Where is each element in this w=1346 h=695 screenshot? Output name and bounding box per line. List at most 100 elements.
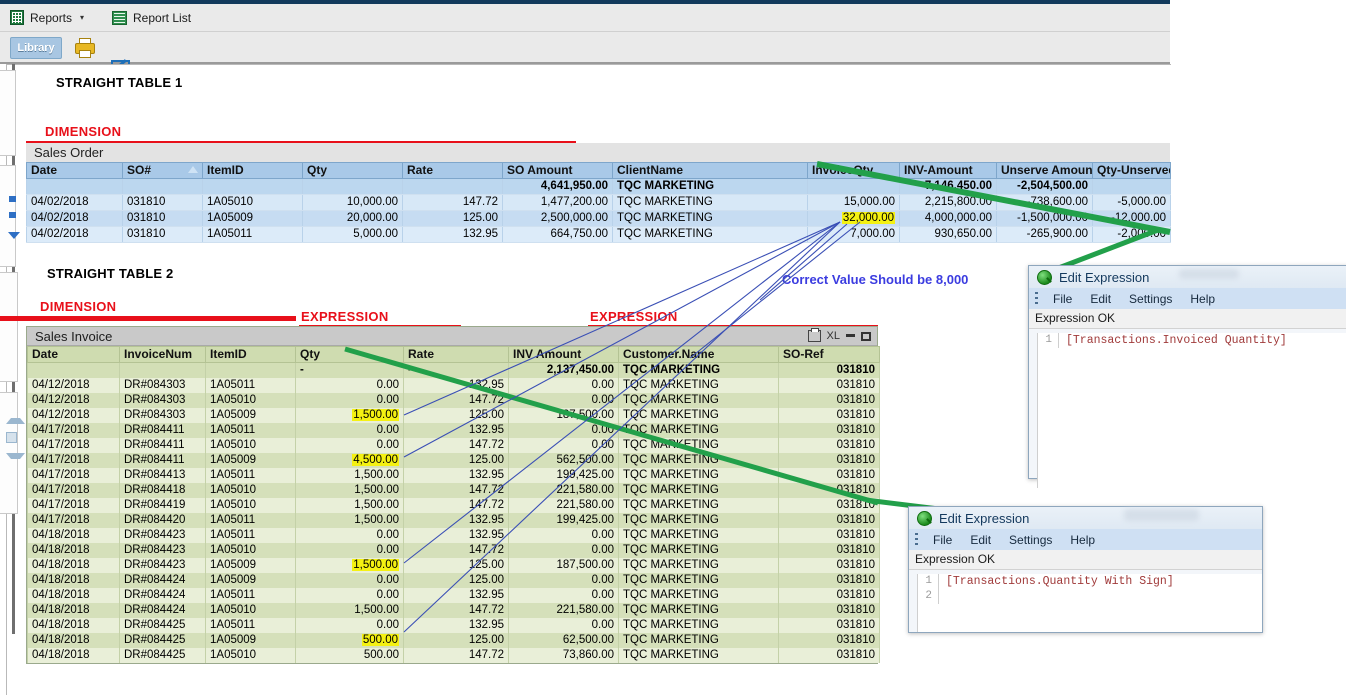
cell-invoicenum[interactable]: DR#084419 <box>119 498 206 513</box>
cell-customer-name[interactable]: TQC MARKETING <box>618 633 779 648</box>
cell-date[interactable]: 04/17/2018 <box>27 468 120 483</box>
cell-inv-amount[interactable]: 0.00 <box>508 378 619 393</box>
cell-rate[interactable]: 132.95 <box>403 528 509 543</box>
cell-invoicenum[interactable]: DR#084411 <box>119 423 206 438</box>
minimize-icon[interactable] <box>846 334 855 337</box>
cell-customer-name[interactable]: TQC MARKETING <box>618 618 779 633</box>
cell-rate[interactable]: 147.72 <box>403 603 509 618</box>
cell-customer-name[interactable]: TQC MARKETING <box>618 468 779 483</box>
menu-file[interactable]: File <box>924 533 961 547</box>
cell-qty-highlighted[interactable]: 4,500.00 <box>295 453 404 468</box>
cell-so-ref[interactable]: 031810 <box>778 588 880 603</box>
cell-rate[interactable]: 125.00 <box>402 210 503 227</box>
cell-invoicenum[interactable]: DR#084303 <box>119 378 206 393</box>
cell-rate[interactable]: 132.95 <box>403 423 509 438</box>
cell-date[interactable]: 04/17/2018 <box>27 453 120 468</box>
table1-col-qty-unserved[interactable]: Qty-Unserved <box>1092 162 1171 179</box>
cell-customer-name[interactable]: TQC MARKETING <box>618 528 779 543</box>
cell-invoicenum[interactable]: DR#084424 <box>119 573 206 588</box>
print-icon[interactable] <box>807 328 821 342</box>
table2-col-so-ref[interactable]: SO-Ref <box>778 346 880 363</box>
cell-so[interactable]: 031810 <box>122 210 203 227</box>
cell-date[interactable]: 04/17/2018 <box>27 513 120 528</box>
cell-rate[interactable]: 125.00 <box>403 408 509 423</box>
cell-rate[interactable]: 147.72 <box>403 483 509 498</box>
cell-so[interactable]: 031810 <box>122 194 203 211</box>
cell-invoicenum[interactable]: DR#084425 <box>119 633 206 648</box>
cell-so-ref[interactable]: 031810 <box>778 423 880 438</box>
cell-inv-amount[interactable]: 0.00 <box>508 528 619 543</box>
cell-date[interactable]: 04/18/2018 <box>27 588 120 603</box>
cell-invoicenum[interactable]: DR#084425 <box>119 618 206 633</box>
cell-qty[interactable]: 1,500.00 <box>295 513 404 528</box>
table1-header-row[interactable]: Date SO# ItemID Qty Rate SO Amount Clien… <box>26 162 1171 179</box>
table-row[interactable]: 04/02/2018 031810 1A05009 20,000.00 125.… <box>26 210 1171 227</box>
cell-qty[interactable]: 0.00 <box>295 588 404 603</box>
cell-qty[interactable]: 0.00 <box>295 393 404 408</box>
maximize-icon[interactable] <box>861 331 871 341</box>
cell-qty[interactable]: 0.00 <box>295 423 404 438</box>
cell-so-ref[interactable]: 031810 <box>778 558 880 573</box>
cell-date[interactable]: 04/18/2018 <box>27 648 120 663</box>
cell-customer-name[interactable]: TQC MARKETING <box>618 498 779 513</box>
cell-so-amount[interactable]: 2,500,000.00 <box>502 210 613 227</box>
cell-itemid[interactable]: 1A05011 <box>202 226 303 243</box>
cell-itemid[interactable]: 1A05011 <box>205 513 296 528</box>
cell-qty[interactable]: 0.00 <box>295 528 404 543</box>
cell-itemid[interactable]: 1A05010 <box>205 393 296 408</box>
table1-col-so-amount[interactable]: SO Amount <box>502 162 613 179</box>
cell-so-ref[interactable]: 031810 <box>778 543 880 558</box>
drag-handle-icon[interactable] <box>915 533 918 546</box>
table2-header-row[interactable]: Date InvoiceNum ItemID Qty Rate INV Amou… <box>27 346 880 363</box>
cell-customer-name[interactable]: TQC MARKETING <box>618 408 779 423</box>
menu-edit[interactable]: Edit <box>961 533 1000 547</box>
cell-so-ref[interactable]: 031810 <box>778 603 880 618</box>
cell-customer-name[interactable]: TQC MARKETING <box>618 393 779 408</box>
table2-col-customer-name[interactable]: Customer.Name <box>618 346 779 363</box>
cell-date[interactable]: 04/18/2018 <box>27 528 120 543</box>
cell-inv-amount[interactable]: 0.00 <box>508 438 619 453</box>
cell-customer-name[interactable]: TQC MARKETING <box>618 573 779 588</box>
cell-inv-amount[interactable]: 73,860.00 <box>508 648 619 663</box>
cell-unserve-amount[interactable]: -1,500,000.00 <box>996 210 1093 227</box>
cell-itemid[interactable]: 1A05011 <box>205 468 296 483</box>
cell-customer-name[interactable]: TQC MARKETING <box>618 453 779 468</box>
table-row[interactable]: 04/17/2018 DR#084419 1A05010 1,500.00 147.72… <box>27 498 880 513</box>
cell-rate[interactable]: 132.95 <box>403 618 509 633</box>
table-row[interactable]: 04/02/2018 031810 1A05011 5,000.00 132.9… <box>26 226 1171 243</box>
cell-qty[interactable]: 1,500.00 <box>295 603 404 618</box>
cell-invoicenum[interactable]: DR#084303 <box>119 408 206 423</box>
cell-inv-amount[interactable]: 0.00 <box>508 618 619 633</box>
cell-customer-name[interactable]: TQC MARKETING <box>618 378 779 393</box>
cell-so-ref[interactable]: 031810 <box>778 453 880 468</box>
cell-rate[interactable]: 132.95 <box>403 588 509 603</box>
menu-reports[interactable]: Reports ▾ <box>10 4 84 31</box>
cell-inv-amount[interactable]: 562,500.00 <box>508 453 619 468</box>
cell-date[interactable]: 04/02/2018 <box>26 226 123 243</box>
menu-help[interactable]: Help <box>1061 533 1104 547</box>
table1-grid[interactable]: Date SO# ItemID Qty Rate SO Amount Clien… <box>26 162 1171 243</box>
cell-qty[interactable]: 1,500.00 <box>295 468 404 483</box>
cell-so-ref[interactable]: 031810 <box>778 648 880 663</box>
expression-code[interactable]: [Transactions.Quantity With Sign] <box>939 574 1174 589</box>
cell-inv-amount[interactable]: 0.00 <box>508 573 619 588</box>
cell-date[interactable]: 04/18/2018 <box>27 573 120 588</box>
cell-customer-name[interactable]: TQC MARKETING <box>618 588 779 603</box>
cell-inv-amount[interactable]: 199,425.00 <box>508 513 619 528</box>
cell-date[interactable]: 04/12/2018 <box>27 408 120 423</box>
cell-customer-name[interactable]: TQC MARKETING <box>618 648 779 663</box>
table2-col-inv-amount[interactable]: INV Amount <box>508 346 619 363</box>
cell-inv-amount[interactable]: 221,580.00 <box>508 498 619 513</box>
table-row[interactable]: 04/18/2018 DR#084425 1A05010 500.00 147.72 73… <box>27 648 880 663</box>
cell-itemid[interactable]: 1A05009 <box>205 573 296 588</box>
cell-so-ref[interactable]: 031810 <box>778 633 880 648</box>
cell-invoicenum[interactable]: DR#084423 <box>119 558 206 573</box>
cell-customer-name[interactable]: TQC MARKETING <box>618 513 779 528</box>
cell-invoicenum[interactable]: DR#084411 <box>119 453 206 468</box>
expression-code[interactable]: [Transactions.Invoiced Quantity] <box>1059 333 1287 348</box>
cell-qty[interactable]: 500.00 <box>295 648 404 663</box>
cell-unserve-amount[interactable]: -738,600.00 <box>996 194 1093 211</box>
cell-so-ref[interactable]: 031810 <box>778 513 880 528</box>
cell-so-ref[interactable]: 031810 <box>778 408 880 423</box>
straight-table-1[interactable]: Sales Order Date SO# ItemID Qty Rate SO … <box>26 143 1171 243</box>
